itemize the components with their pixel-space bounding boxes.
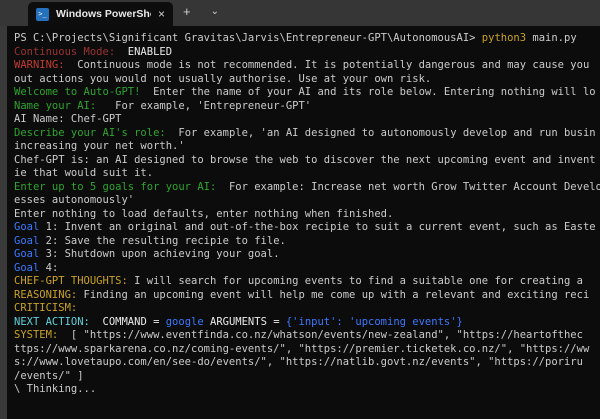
terminal-text-segment: REASONING:: [14, 289, 77, 301]
terminal-text-segment: google: [166, 316, 204, 328]
terminal-text-segment: AI Name: Chef-GPT: [14, 113, 121, 125]
terminal-text-segment: increasing your net worth.': [14, 140, 185, 152]
terminal-text-segment: Name your AI:: [14, 100, 103, 112]
terminal-text-segment: For example, 'Entrepreneur-GPT': [103, 100, 312, 112]
terminal-line: CHEF-GPT THOUGHTS: I will search for upc…: [14, 275, 600, 289]
terminal-line: CRITICISM:: [14, 302, 600, 316]
terminal-text-segment: \ Thinking...: [14, 383, 96, 395]
terminal-text-segment: Goal: [14, 248, 39, 260]
powershell-icon: >_: [36, 8, 49, 21]
terminal-text-segment: I will search for upcoming events to fin…: [128, 275, 583, 287]
terminal-text-segment: 1: Invent an original and out-of-the-box…: [39, 221, 595, 233]
terminal-text-segment: ttps://www.sparkarena.co.nz/coming-event…: [14, 343, 589, 355]
terminal-text-segment: Enter the name of your AI and its role b…: [147, 86, 596, 98]
terminal-line: WARNING: Continuous mode is not recommen…: [14, 59, 600, 73]
terminal-text-segment: Continuous mode is not recommended. It i…: [71, 59, 589, 71]
terminal-line: \ Thinking...: [14, 383, 600, 397]
terminal-line: ie that would suit it.: [14, 167, 600, 181]
terminal-line: Name your AI: For example, 'Entrepreneur…: [14, 100, 600, 114]
terminal-text-segment: /events/" ]: [14, 370, 84, 382]
terminal-text-segment: SYSTEM:: [14, 329, 65, 341]
terminal-line: SYSTEM: [ "https://www.eventfinda.co.nz/…: [14, 329, 600, 343]
terminal-line: NEXT ACTION: COMMAND = google ARGUMENTS …: [14, 316, 600, 330]
terminal-output[interactable]: PS C:\Projects\Significant Gravitas\Jarv…: [0, 26, 600, 419]
tab-windows-powershell[interactable]: >_ Windows PowerShell ×: [28, 2, 173, 26]
terminal-line: Chef-GPT is: an AI designed to browse th…: [14, 154, 600, 168]
terminal-line: Goal 2: Save the resulting recipie to fi…: [14, 235, 600, 249]
terminal-line: /events/" ]: [14, 370, 600, 384]
terminal-text-segment: WARNING:: [14, 59, 71, 71]
terminal-text-segment: {'input': 'upcoming events'}: [286, 316, 463, 328]
terminal-window: >_ Windows PowerShell × + ⌄ PS C:\Projec…: [0, 0, 600, 419]
terminal-text-segment: 3: Shutdown upon achieving your goal.: [39, 248, 279, 260]
terminal-text-segment: Enter nothing to load defaults, enter no…: [14, 208, 393, 220]
terminal-text-segment: Finding an upcoming event will help me c…: [77, 289, 589, 301]
terminal-text-segment: 2: Save the resulting recipie to file.: [39, 235, 286, 247]
terminal-line: Goal 1: Invent an original and out-of-th…: [14, 221, 600, 235]
terminal-text-segment: Enter up to 5 goals for your AI:: [14, 181, 223, 193]
terminal-text-segment: Chef-GPT is: an AI designed to browse th…: [14, 154, 596, 166]
terminal-line: Enter up to 5 goals for your AI: For exa…: [14, 181, 600, 195]
terminal-text-segment: Welcome to Auto-GPT!: [14, 86, 147, 98]
terminal-line: Describe your AI's role: For example, 'a…: [14, 127, 600, 141]
terminal-text-segment: ie that would suit it.: [14, 167, 153, 179]
terminal-line: s://www.lovetaupo.com/en/see-do/events/"…: [14, 356, 600, 370]
close-tab-icon[interactable]: ×: [158, 8, 165, 20]
terminal-line: out actions you would not usually author…: [14, 73, 600, 87]
terminal-line: Welcome to Auto-GPT! Enter the name of y…: [14, 86, 600, 100]
terminal-text-segment: PS C:\Projects\Significant Gravitas\Jarv…: [14, 32, 482, 44]
terminal-text-segment: [ "https://www.eventfinda.co.nz/whatson/…: [65, 329, 583, 341]
terminal-text-segment: Continuous Mode:: [14, 46, 121, 58]
tab-title: Windows PowerShell: [56, 8, 151, 20]
terminal-line: esses autonomously': [14, 194, 600, 208]
terminal-text-segment: ENABLED: [121, 46, 172, 58]
terminal-text-segment: CHEF-GPT THOUGHTS:: [14, 275, 128, 287]
terminal-text-segment: Goal: [14, 235, 39, 247]
terminal-text-segment: out actions you would not usually author…: [14, 73, 431, 85]
terminal-text-segment: For example, 'an AI designed to autonomo…: [172, 127, 596, 139]
terminal-text-segment: NEXT ACTION:: [14, 316, 96, 328]
terminal-text-segment: Goal: [14, 221, 39, 233]
terminal-text-segment: For example: Increase net worth Grow Twi…: [223, 181, 600, 193]
terminal-line: AI Name: Chef-GPT: [14, 113, 600, 127]
terminal-text-segment: COMMAND =: [96, 316, 166, 328]
terminal-text-segment: Goal: [14, 262, 39, 274]
terminal-text-segment: main.py: [526, 32, 577, 44]
terminal-text-segment: ARGUMENTS =: [204, 316, 286, 328]
chevron-down-icon[interactable]: ⌄: [201, 0, 229, 26]
terminal-line: Enter nothing to load defaults, enter no…: [14, 208, 600, 222]
terminal-text-segment: 4:: [39, 262, 58, 274]
terminal-line: ttps://www.sparkarena.co.nz/coming-event…: [14, 343, 600, 357]
terminal-line: Goal 4:: [14, 262, 600, 276]
terminal-text-segment: python3: [482, 32, 526, 44]
terminal-line: Continuous Mode: ENABLED: [14, 46, 600, 60]
tab-bar-spacer: [0, 0, 28, 26]
terminal-line: increasing your net worth.': [14, 140, 600, 154]
terminal-text-segment: Describe your AI's role:: [14, 127, 172, 139]
terminal-line: REASONING: Finding an upcoming event wil…: [14, 289, 600, 303]
terminal-line: PS C:\Projects\Significant Gravitas\Jarv…: [14, 32, 600, 46]
terminal-text-segment: CRITICISM:: [14, 302, 77, 314]
terminal-text-segment: esses autonomously': [14, 194, 134, 206]
terminal-text-segment: s://www.lovetaupo.com/en/see-do/events/"…: [14, 356, 583, 368]
terminal-line: Goal 3: Shutdown upon achieving your goa…: [14, 248, 600, 262]
new-tab-button[interactable]: +: [173, 0, 201, 26]
tab-bar: >_ Windows PowerShell × + ⌄: [0, 0, 600, 26]
